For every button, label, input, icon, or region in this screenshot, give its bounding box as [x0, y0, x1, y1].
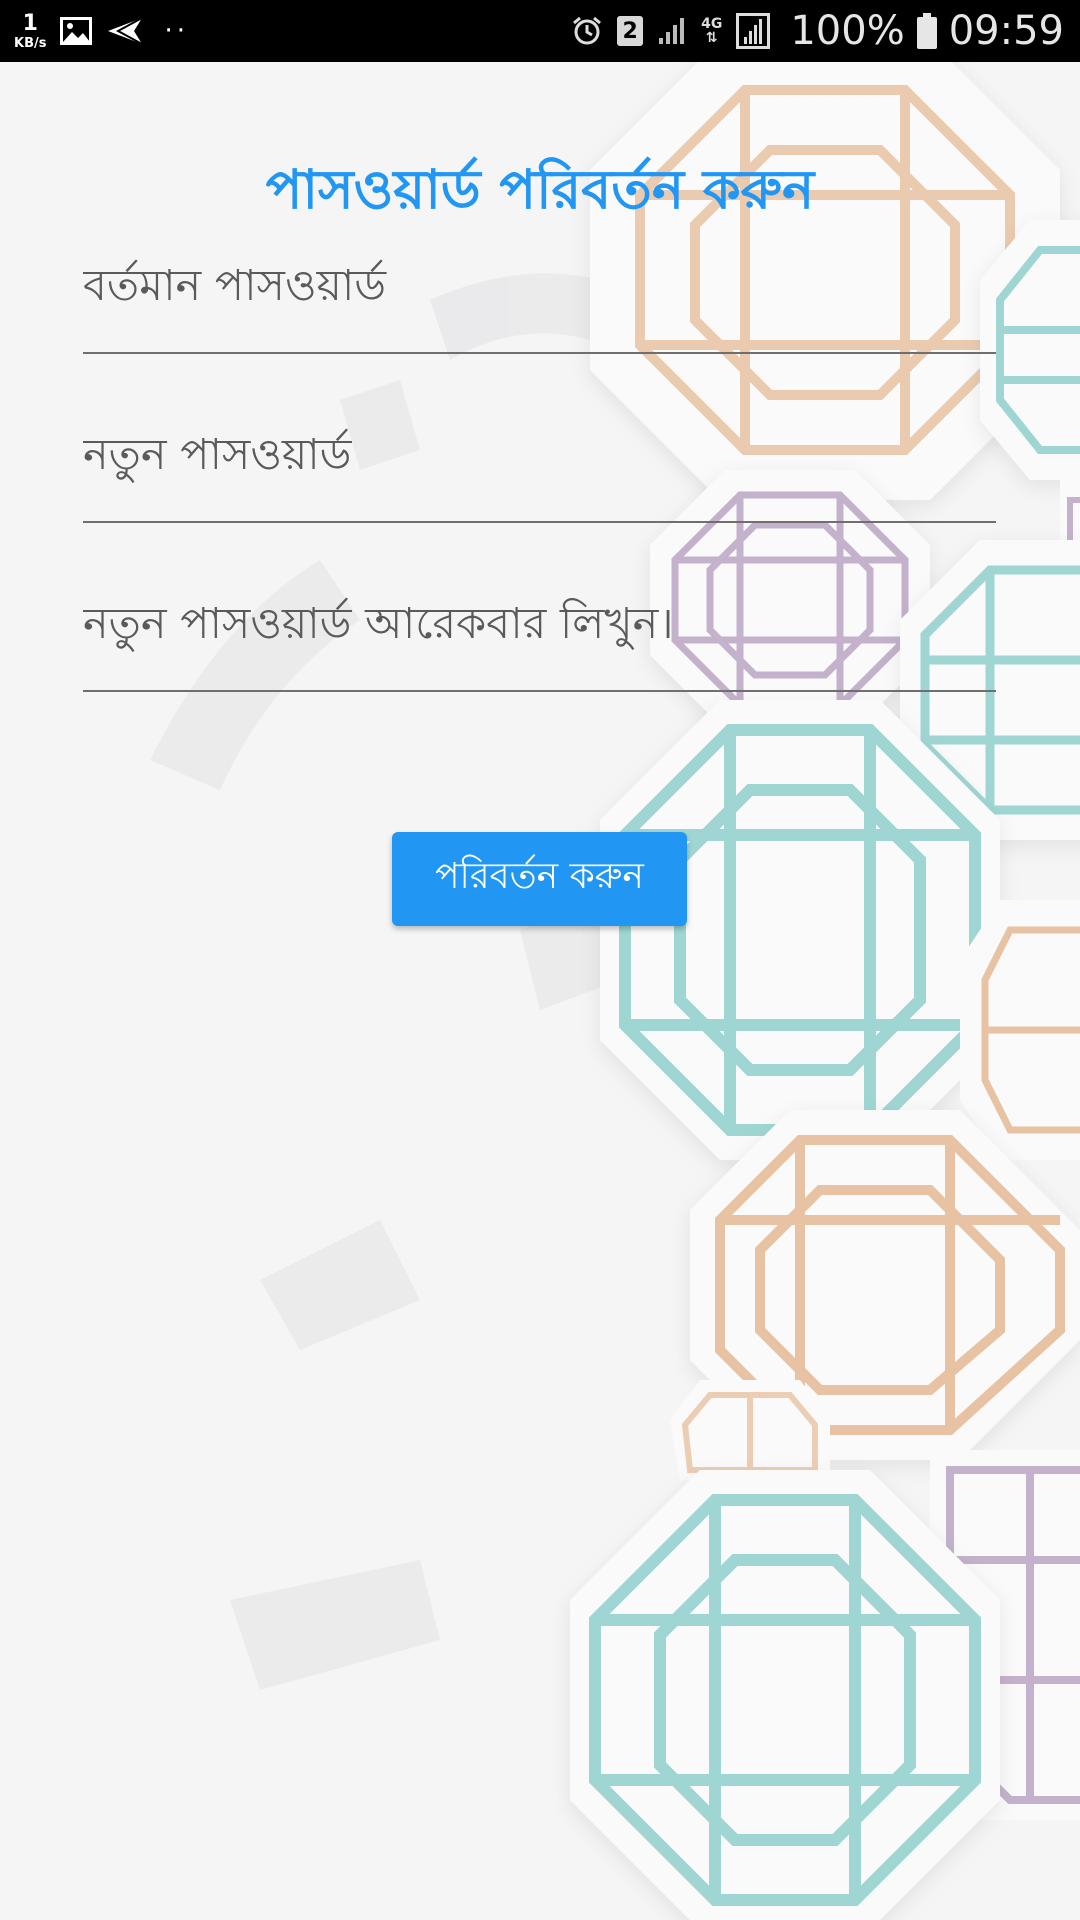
data-arrows-icon: ⇅: [705, 30, 718, 46]
network-type-icon: 4G ⇅: [701, 17, 722, 45]
network-speed: 1 KB/s: [14, 10, 47, 51]
battery-icon: [916, 13, 937, 49]
current-password-field-wrapper: [83, 244, 996, 354]
more-notifications-dots: ··: [164, 16, 189, 46]
sim-slot-badge: 2: [617, 16, 644, 46]
confirm-password-input[interactable]: [83, 582, 996, 692]
status-bar: 1 KB/s ·· 2 4G ⇅ 100% 09:59: [0, 0, 1080, 62]
network-speed-value: 1: [22, 10, 38, 36]
change-password-form: পাসওয়ার্ড পরিবর্তন করুন পরিবর্তন করুন: [0, 62, 1080, 1920]
alarm-icon: [571, 15, 603, 47]
current-password-input[interactable]: [83, 244, 996, 354]
status-bar-left: 1 KB/s ··: [14, 0, 189, 62]
battery-percent: 100%: [790, 8, 905, 54]
network-type-label: 4G: [701, 16, 723, 32]
confirm-password-field-wrapper: [83, 582, 996, 692]
change-password-screen: 1 KB/s ·· 2 4G ⇅ 100% 09:59 পাসওয়ার্ড প…: [0, 0, 1080, 1920]
battery-signal-icon: [736, 13, 771, 49]
page-title: পাসওয়ার্ড পরিবর্তন করুন: [265, 158, 815, 221]
change-password-button[interactable]: পরিবর্তন করুন: [392, 832, 687, 926]
new-password-input[interactable]: [83, 413, 996, 523]
image-icon: [60, 17, 93, 45]
status-bar-right: 2 4G ⇅ 100% 09:59: [571, 0, 1064, 62]
send-icon: [106, 16, 144, 46]
clock-time: 09:59: [948, 8, 1064, 54]
signal-icon: [657, 16, 687, 46]
network-speed-unit: KB/s: [14, 35, 47, 51]
new-password-field-wrapper: [83, 413, 996, 523]
